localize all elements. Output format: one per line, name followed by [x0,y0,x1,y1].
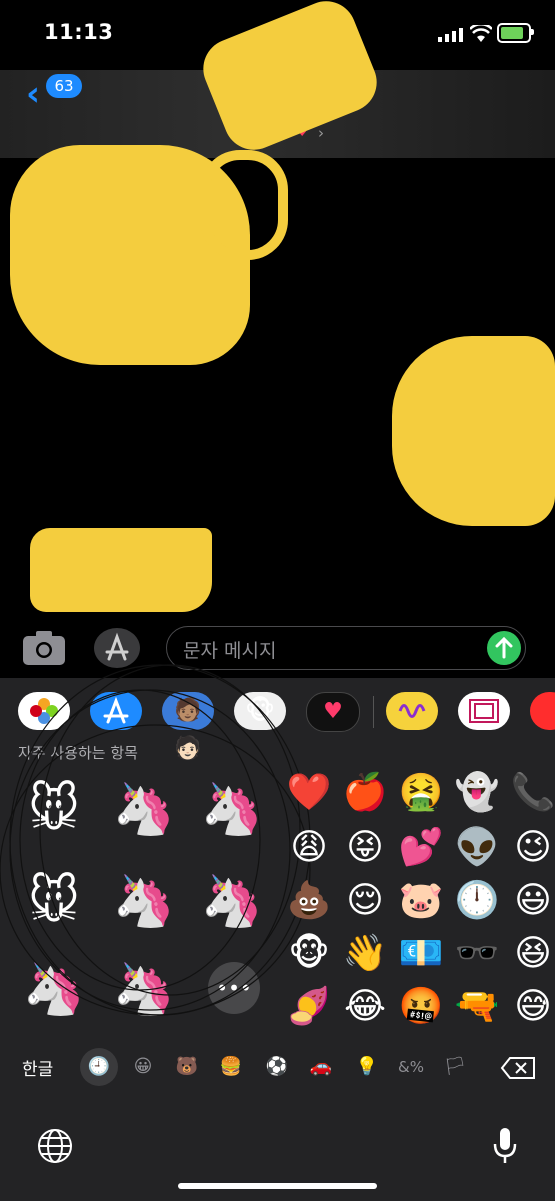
microphone-icon[interactable] [492,1126,518,1166]
emoji-key[interactable]: 🐵 [286,934,332,974]
waveform-icon [398,704,426,718]
emoji-key[interactable]: 🐷 [398,881,444,921]
symbols-category-icon[interactable]: &% [396,1058,426,1076]
emoji-key[interactable]: 🍠 [286,987,332,1027]
emoji-key[interactable]: 💶 [398,934,444,974]
emoji-key[interactable]: 😆 [510,934,555,974]
arrow-up-icon [495,636,513,659]
emoji-key[interactable]: 💕 [398,828,444,868]
send-button[interactable] [487,631,521,665]
emoji-key[interactable]: 🤬 [398,987,444,1027]
emoji-key[interactable]: 😌 [342,881,388,921]
back-chevron-icon[interactable]: ‹ [26,74,40,114]
travel-category-icon[interactable]: 🚗 [306,1056,336,1077]
emoji-key[interactable]: 👻 [454,773,500,813]
frames-icon [469,699,499,723]
audio-app-icon[interactable] [386,692,438,730]
emoji-key[interactable]: 😩 [286,828,332,868]
globe-icon[interactable] [37,1128,73,1164]
animals-category-icon[interactable]: 🐻 [172,1056,202,1077]
emoji-key[interactable]: 🕛 [454,881,500,921]
emoji-key[interactable]: ❤️ [286,773,332,813]
status-time: 11:13 [44,20,114,44]
activity-category-icon[interactable]: ⚽ [262,1056,292,1077]
home-indicator[interactable] [178,1183,377,1189]
back-unread-badge[interactable]: 63 [46,74,82,98]
emoji-key[interactable]: 😂 [342,987,388,1027]
emoji-key[interactable]: 👽 [454,828,500,868]
gif-app-icon[interactable] [458,692,510,730]
emoji-key[interactable]: 💩 [286,881,332,921]
flags-category-icon[interactable]: 🏳 [440,1056,470,1077]
redaction-message-right [392,336,555,526]
wifi-icon [470,25,492,42]
emoji-key[interactable]: 😃 [510,881,555,921]
redaction-message-bottom [30,528,212,612]
food-category-icon[interactable]: 🍔 [216,1056,246,1077]
cellular-signal-icon [438,28,463,42]
battery-nub [531,29,534,35]
emoji-key[interactable]: 📞 [510,773,555,813]
battery-icon [497,23,531,43]
objects-category-icon[interactable]: 💡 [352,1056,382,1077]
smileys-category-icon[interactable]: 😀 [128,1056,158,1077]
emoji-key[interactable]: 😅 [510,987,555,1027]
emoji-key[interactable]: 😝 [342,828,388,868]
emoji-key[interactable]: 🕶️ [454,934,500,974]
redaction-message-left-ring [200,150,288,260]
emoji-key[interactable]: 🔫 [454,987,500,1027]
delete-backspace-icon[interactable] [500,1056,536,1080]
contact-chevron-icon[interactable]: › [318,124,324,142]
recent-clock-icon[interactable]: 🕘 [84,1056,114,1077]
emoji-key[interactable]: 🍎 [342,773,388,813]
app-strip-divider [373,696,374,728]
emoji-key[interactable]: 😉 [510,828,555,868]
hangul-keyboard-key[interactable]: 한글 [22,1055,53,1080]
emoji-key[interactable]: 🤮 [398,773,444,813]
emoji-key[interactable]: 👋 [342,934,388,974]
